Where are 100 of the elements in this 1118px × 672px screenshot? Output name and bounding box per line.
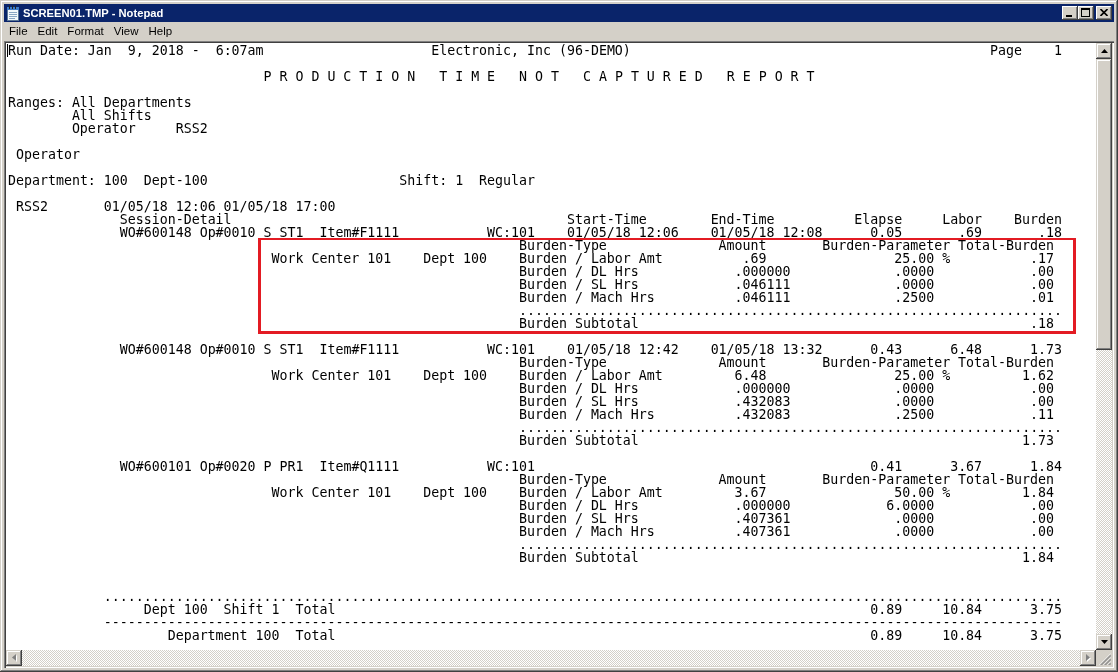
burden-type: Burden / SL Hrs bbox=[519, 278, 639, 291]
amount-value: .407361 bbox=[734, 512, 791, 525]
range-value: RSS2 bbox=[175, 122, 208, 135]
column-header: Amount bbox=[718, 356, 767, 369]
menu-item[interactable]: Format bbox=[62, 24, 109, 39]
total-burden-value: 1.84 bbox=[1022, 486, 1054, 499]
work-order-text: WO#600101 Op#0020 P PR1 Item#Q1111 bbox=[119, 460, 400, 473]
scroll-up-button[interactable] bbox=[1096, 43, 1112, 59]
column-header: Total-Burden bbox=[958, 356, 1054, 369]
amount-value: .046111 bbox=[734, 291, 791, 304]
text-cursor bbox=[7, 44, 8, 57]
labor-value: 3.67 bbox=[950, 460, 983, 473]
department-text: Department: 100 Dept-100 bbox=[8, 174, 208, 187]
amount-value: 6.48 bbox=[734, 369, 767, 382]
report-title: P R O D U C T I O N T I M E N O T C A P T U R E D R E P O R T bbox=[263, 70, 815, 83]
work-order-text: WO#600148 Op#0010 S ST1 Item#F1111 bbox=[119, 343, 400, 356]
scroll-right-button[interactable] bbox=[1080, 650, 1096, 666]
dotted-rule: .................................................................... bbox=[519, 421, 1063, 434]
elapse-value: 0.05 bbox=[870, 226, 903, 239]
burden-type: Burden / Labor Amt bbox=[519, 252, 663, 265]
work-order-text: WO#600148 Op#0010 S ST1 Item#F1111 bbox=[119, 226, 400, 239]
parameter-value: 25.00 % bbox=[894, 252, 951, 265]
menu-item[interactable]: File bbox=[4, 24, 33, 39]
subtotal-value: 1.84 bbox=[1022, 551, 1054, 564]
column-header: Burden-Type bbox=[519, 239, 607, 252]
parameter-value: .0000 bbox=[894, 382, 935, 395]
scroll-down-button[interactable] bbox=[1096, 634, 1112, 650]
work-center-text: Work Center 101 bbox=[271, 369, 392, 382]
maximize-button[interactable] bbox=[1078, 6, 1094, 20]
burden-value: 1.73 bbox=[1030, 343, 1062, 356]
close-button[interactable] bbox=[1096, 6, 1112, 20]
menu-item[interactable]: Edit bbox=[32, 24, 63, 39]
range-item: All Departments bbox=[71, 96, 192, 109]
work-center-code: WC:101 bbox=[487, 460, 535, 473]
total-burden-value: 1.62 bbox=[1022, 369, 1054, 382]
section-label: Session-Detail bbox=[119, 213, 232, 226]
total-burden-value: .00 bbox=[1030, 512, 1054, 525]
parameter-value: .0000 bbox=[894, 395, 935, 408]
labor-value: .69 bbox=[958, 226, 983, 239]
menu-item[interactable]: Help bbox=[143, 24, 178, 39]
elapse-value: 0.41 bbox=[870, 460, 903, 473]
column-header: Burden bbox=[1014, 213, 1062, 226]
menu-item[interactable]: View bbox=[108, 24, 144, 39]
column-header: Amount bbox=[718, 239, 767, 252]
page-label: Page bbox=[990, 44, 1023, 57]
work-center-text: Work Center 101 bbox=[271, 486, 392, 499]
burden-type: Burden / Mach Hrs bbox=[519, 525, 655, 538]
end-time: 01/05/18 13:32 bbox=[710, 343, 823, 356]
total-burden-value: .00 bbox=[1030, 395, 1054, 408]
group-heading: Operator bbox=[16, 148, 80, 161]
page-number: 1 bbox=[1053, 44, 1062, 57]
amount-value: .432083 bbox=[734, 408, 791, 421]
department-name: Dept 100 bbox=[423, 252, 488, 265]
column-header: Total-Burden bbox=[958, 473, 1054, 486]
work-center-code: WC:101 bbox=[487, 226, 535, 239]
amount-value: .69 bbox=[742, 252, 767, 265]
burden-type: Burden / DL Hrs bbox=[519, 265, 639, 278]
amount-value: .000000 bbox=[734, 499, 791, 512]
amount-value: .000000 bbox=[734, 265, 791, 278]
total-burden-value: .00 bbox=[1030, 499, 1054, 512]
burden-value: 1.84 bbox=[1030, 460, 1062, 473]
parameter-value: 25.00 % bbox=[894, 369, 951, 382]
range-item: Operator bbox=[71, 122, 136, 135]
labor-value: 10.84 bbox=[942, 603, 983, 616]
dashed-rule: ------------------------------------------------------------------------------------------------------------------------ bbox=[103, 616, 1063, 629]
close-icon bbox=[1099, 9, 1108, 16]
notepad-icon bbox=[5, 5, 21, 21]
parameter-value: .0000 bbox=[894, 278, 935, 291]
burden-type: Burden / SL Hrs bbox=[519, 395, 639, 408]
subtotal-label: Burden Subtotal bbox=[519, 434, 639, 447]
total-burden-value: .17 bbox=[1030, 252, 1054, 265]
burden-type: Burden / Labor Amt bbox=[519, 486, 663, 499]
scroll-left-button[interactable] bbox=[6, 650, 22, 666]
run-date-text: Run Date: Jan 9, 2018 - 6:07am bbox=[8, 44, 264, 57]
amount-value: 3.67 bbox=[734, 486, 767, 499]
scrollbar-thumb[interactable] bbox=[1096, 59, 1112, 350]
shift-text: Shift: 1 Regular bbox=[399, 174, 535, 187]
ranges-label: Ranges: bbox=[8, 96, 64, 109]
column-header: Labor bbox=[942, 213, 983, 226]
burden-type: Burden / Mach Hrs bbox=[519, 291, 655, 304]
column-header: Total-Burden bbox=[958, 239, 1054, 252]
dotted-rule: ........................................................................................................................ bbox=[103, 590, 1063, 603]
burden-type: Burden / Mach Hrs bbox=[519, 408, 655, 421]
department-name: Dept 100 bbox=[423, 369, 488, 382]
column-header: Burden-Parameter bbox=[822, 473, 951, 486]
end-time: 01/05/18 12:08 bbox=[710, 226, 823, 239]
total-burden-value: .00 bbox=[1030, 525, 1054, 538]
maximize-icon bbox=[1081, 8, 1090, 17]
total-burden-value: .00 bbox=[1030, 265, 1054, 278]
burden-value: .18 bbox=[1037, 226, 1062, 239]
total-burden-value: .01 bbox=[1030, 291, 1054, 304]
column-header: Amount bbox=[718, 473, 767, 486]
size-grip-icon[interactable] bbox=[1099, 653, 1111, 665]
parameter-value: 6.0000 bbox=[886, 499, 935, 512]
elapse-value: 0.89 bbox=[870, 603, 903, 616]
text-area[interactable] bbox=[6, 43, 1096, 650]
minimize-button[interactable] bbox=[1062, 6, 1078, 20]
column-header: Burden-Parameter bbox=[822, 356, 951, 369]
dotted-rule: .................................................................... bbox=[519, 538, 1063, 551]
burden-value: 3.75 bbox=[1030, 629, 1062, 642]
